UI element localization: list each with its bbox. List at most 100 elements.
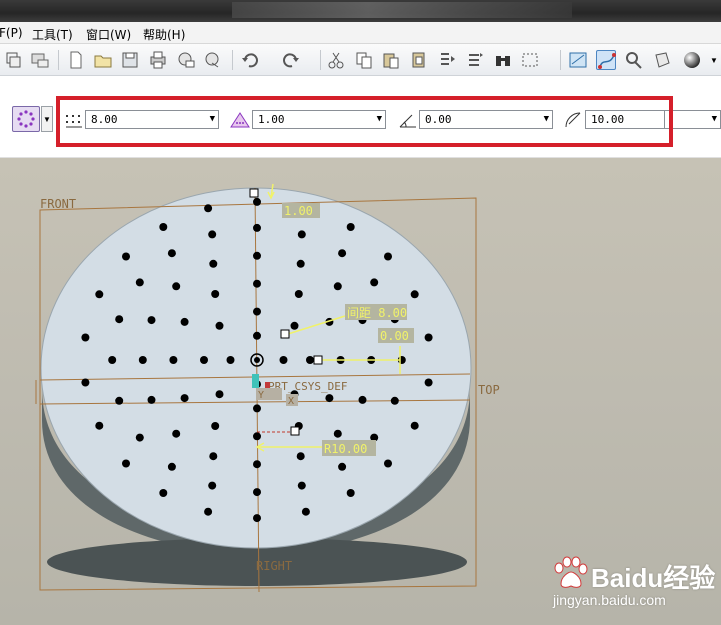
hole <box>135 433 144 442</box>
hole <box>370 278 379 287</box>
hole <box>296 259 305 268</box>
hole <box>172 429 181 438</box>
menu-file[interactable]: F(P) <box>0 26 23 40</box>
hole <box>253 307 261 316</box>
hole <box>95 290 104 299</box>
hole <box>135 278 144 287</box>
regenerate-icon[interactable] <box>465 50 485 70</box>
watermark-brand: Baidu经验 <box>591 563 716 593</box>
hole <box>301 507 310 516</box>
hole <box>147 395 156 404</box>
hole <box>169 356 178 364</box>
hole <box>167 462 176 471</box>
x-axis-label: X <box>288 396 294 407</box>
settings-icon[interactable] <box>624 50 644 70</box>
hole <box>390 396 399 405</box>
hole <box>306 356 314 364</box>
find-icon[interactable] <box>493 50 513 70</box>
hole <box>253 223 261 232</box>
hole <box>338 462 347 471</box>
hole <box>253 197 261 206</box>
hole <box>204 204 213 213</box>
hole <box>122 459 130 468</box>
hole <box>95 421 104 430</box>
hole <box>297 481 306 490</box>
save-icon[interactable] <box>120 50 140 70</box>
paste-icon[interactable] <box>381 50 401 70</box>
layers-icon[interactable] <box>4 50 24 70</box>
menu-tools[interactable]: 工具(T) <box>32 26 73 43</box>
hole <box>208 481 217 490</box>
hole <box>290 321 299 330</box>
y-axis-label: Y <box>258 390 264 401</box>
hole <box>424 333 433 342</box>
paste-special-icon[interactable] <box>409 50 429 70</box>
hole <box>180 394 189 403</box>
pattern-type-button[interactable] <box>12 106 40 132</box>
new-file-icon[interactable] <box>66 50 86 70</box>
shade-sphere-icon[interactable] <box>682 50 702 70</box>
cut-icon[interactable] <box>326 50 346 70</box>
hole <box>211 290 220 298</box>
hole <box>253 460 261 469</box>
graphics-viewport[interactable]: FRONT TOP RIGHT PRT_CSYS_DEF Y X 1.00 间距… <box>0 158 721 625</box>
radius-dim-label: R10.00 <box>324 442 367 456</box>
main-toolbar: ▼ <box>0 44 721 76</box>
redo-icon[interactable] <box>281 50 301 70</box>
hole <box>333 429 342 438</box>
hole <box>159 223 168 231</box>
sketch-view-icon[interactable] <box>568 50 588 70</box>
hole <box>81 378 90 387</box>
hole <box>172 282 181 291</box>
window-title-strip <box>0 0 721 22</box>
hole <box>297 230 306 239</box>
menu-help[interactable]: 帮助(H) <box>143 26 185 43</box>
hole <box>333 282 342 291</box>
hole <box>294 290 303 298</box>
copy-icon[interactable] <box>354 50 374 70</box>
hole <box>325 394 334 403</box>
hole <box>159 489 168 497</box>
offset-dim-label: 0.00 <box>380 329 409 343</box>
orient-icon[interactable] <box>652 50 672 70</box>
hole <box>253 432 261 441</box>
hole <box>338 249 347 258</box>
hole <box>138 356 147 364</box>
send-icon[interactable] <box>203 50 223 70</box>
open-folder-icon[interactable] <box>93 50 113 70</box>
hole <box>226 356 235 364</box>
regenerate-icon[interactable] <box>437 50 457 70</box>
hole <box>209 452 218 461</box>
hole <box>410 421 419 430</box>
radial-pattern-icon <box>17 110 35 128</box>
chevron-down-icon[interactable]: ▼ <box>710 56 718 65</box>
email-icon[interactable] <box>176 50 196 70</box>
chevron-down-icon[interactable]: ▼ <box>712 111 717 128</box>
hole <box>115 315 124 324</box>
undo-icon[interactable] <box>240 50 260 70</box>
spline-icon[interactable] <box>596 50 616 70</box>
select-box-icon[interactable] <box>521 50 541 70</box>
hole <box>81 333 90 342</box>
highlight-annotation-box <box>56 96 673 147</box>
hole <box>253 514 261 523</box>
model-canvas: FRONT TOP RIGHT PRT_CSYS_DEF Y X 1.00 间距… <box>35 183 500 593</box>
spacing-dim-label: 间距 8.00 <box>347 306 407 320</box>
baidu-watermark: Baidu经验 jingyan.baidu.com <box>551 556 715 616</box>
print-preview-icon[interactable] <box>148 50 168 70</box>
radial-dim-label: 1.00 <box>284 204 313 218</box>
hole <box>115 396 124 405</box>
menu-window[interactable]: 窗口(W) <box>86 26 131 43</box>
pattern-type-dropdown[interactable]: ▼ <box>41 106 53 132</box>
print-icon[interactable] <box>30 50 50 70</box>
hole <box>410 290 419 299</box>
hole <box>180 317 189 326</box>
hole <box>346 223 355 231</box>
radius-dropdown[interactable]: ▼ <box>665 110 721 129</box>
hole <box>108 356 117 364</box>
hole <box>296 452 305 461</box>
hole <box>424 378 433 387</box>
hole <box>211 422 220 430</box>
hole <box>167 249 176 258</box>
hole <box>204 507 213 516</box>
